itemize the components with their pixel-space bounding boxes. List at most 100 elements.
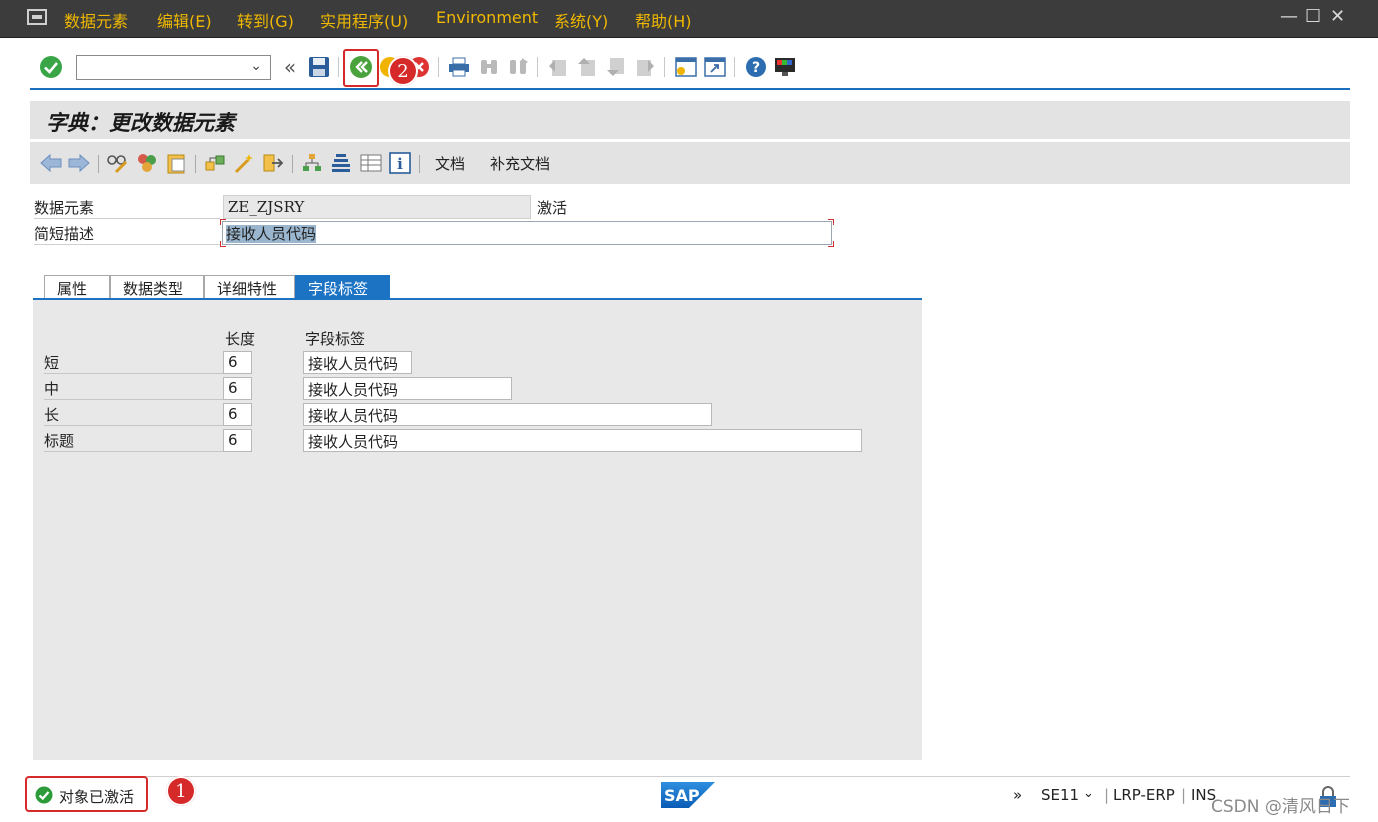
tab-further-characteristics[interactable]: 详细特性: [204, 275, 295, 299]
chevron-down-icon[interactable]: ⌄: [1083, 786, 1094, 801]
svg-text:i: i: [397, 155, 403, 173]
clipboard-icon: [167, 154, 185, 174]
status-message[interactable]: 对象已激活: [25, 776, 148, 812]
svg-text:?: ?: [752, 60, 760, 76]
annotation-badge-1: 1: [166, 776, 196, 806]
next-object-button[interactable]: [67, 151, 91, 175]
title-bar: 字典：更改数据元素: [30, 101, 1350, 139]
supplementary-documentation-button[interactable]: 补充文档: [490, 153, 550, 174]
menu-system[interactable]: 系统(Y): [554, 8, 608, 32]
sap-logo: SAP: [661, 782, 715, 808]
short-description-label: 简短描述: [34, 223, 220, 245]
tab-attributes[interactable]: 属性: [44, 275, 110, 299]
label-field-medium[interactable]: 接收人员代码: [303, 377, 512, 400]
column-header-field-label: 字段标签: [305, 330, 366, 348]
new-window-icon: [675, 57, 697, 77]
table-button[interactable]: [359, 151, 383, 175]
next-page-button[interactable]: [603, 54, 629, 80]
find-next-button[interactable]: [505, 54, 531, 80]
save-button[interactable]: [306, 54, 332, 80]
display-list-button[interactable]: [329, 151, 353, 175]
shortcut-icon: [704, 57, 726, 77]
hierarchy-icon: [303, 154, 321, 171]
previous-page-button[interactable]: [574, 54, 600, 80]
data-element-field: ZE_ZJSRY: [223, 195, 531, 219]
maximize-button[interactable]: ☐: [1305, 6, 1321, 27]
status-text: 激活: [537, 199, 568, 217]
create-session-button[interactable]: [673, 54, 699, 80]
row-label-long: 长: [44, 403, 224, 426]
tab-field-label[interactable]: 字段标签: [295, 275, 390, 299]
row-label-medium: 中: [44, 377, 224, 400]
length-field-long[interactable]: 6: [223, 403, 252, 426]
print-button[interactable]: [446, 54, 472, 80]
activate-button[interactable]: [232, 151, 256, 175]
last-page-button[interactable]: [632, 54, 658, 80]
system-toolbar: ⌄ « ?: [0, 39, 1378, 89]
info-button[interactable]: i: [388, 151, 412, 175]
length-field-short[interactable]: 6: [223, 351, 252, 374]
menu-help[interactable]: 帮助(H): [635, 8, 692, 32]
length-field-medium[interactable]: 6: [223, 377, 252, 400]
row-label-short: 短: [44, 351, 224, 374]
menu-utilities[interactable]: 实用程序(U): [320, 8, 408, 32]
generate-shortcut-button[interactable]: [702, 54, 728, 80]
length-field-heading[interactable]: 6: [223, 429, 252, 452]
toolbar-divider: [30, 88, 1350, 90]
next-page-icon: [607, 58, 624, 76]
column-header-length: 长度: [225, 330, 256, 348]
svg-text:SAP: SAP: [664, 786, 700, 805]
enter-button[interactable]: [38, 54, 64, 80]
check-circle-icon: [40, 56, 62, 78]
status-more-button[interactable]: »: [1013, 786, 1022, 804]
command-field[interactable]: ⌄: [76, 55, 271, 80]
menu-environment[interactable]: Environment: [436, 8, 538, 27]
arrow-right-icon: [68, 154, 90, 172]
transaction-code[interactable]: SE11: [1041, 786, 1079, 804]
menu-bar: 数据元素 编辑(E) 转到(G) 实用程序(U) Environment 系统(…: [0, 0, 1378, 38]
help-button[interactable]: ?: [743, 54, 769, 80]
stack-icon: [332, 154, 350, 172]
where-used-button[interactable]: [261, 151, 285, 175]
help-icon: ?: [746, 57, 766, 77]
first-page-button[interactable]: [545, 54, 571, 80]
menu-edit[interactable]: 编辑(E): [157, 8, 212, 32]
find-icon: [481, 60, 497, 74]
glasses-pencil-icon: [107, 155, 128, 174]
arrow-left-icon: [40, 154, 62, 172]
customize-layout-button[interactable]: [772, 54, 798, 80]
tab-data-type[interactable]: 数据类型: [110, 275, 204, 299]
save-icon: [309, 57, 329, 77]
active-inactive-button[interactable]: [164, 151, 188, 175]
first-page-icon: [549, 60, 566, 76]
label-field-heading[interactable]: 接收人员代码: [303, 429, 862, 452]
other-object-button[interactable]: [135, 151, 159, 175]
display-change-button[interactable]: [106, 151, 130, 175]
documentation-button[interactable]: 文档: [435, 153, 465, 174]
previous-object-button[interactable]: [39, 151, 63, 175]
back-nav-button[interactable]: «: [277, 54, 303, 80]
previous-page-icon: [578, 58, 595, 76]
watermark: CSDN @清风日下: [1211, 797, 1350, 817]
app-menu-icon[interactable]: [27, 9, 47, 25]
status-message-text: 对象已激活: [59, 788, 135, 806]
hierarchy-button[interactable]: [300, 151, 324, 175]
page-title: 字典：更改数据元素: [46, 110, 235, 135]
minimize-button[interactable]: —: [1280, 6, 1298, 27]
menu-goto[interactable]: 转到(G): [237, 8, 294, 32]
magic-wand-icon: [234, 154, 253, 174]
menu-data-element[interactable]: 数据元素: [64, 8, 128, 32]
find-button[interactable]: [476, 54, 502, 80]
close-window-button[interactable]: ✕: [1330, 6, 1345, 27]
chevron-down-icon[interactable]: ⌄: [250, 58, 262, 74]
label-field-short[interactable]: 接收人员代码: [303, 351, 412, 374]
short-description-field[interactable]: 接收人员代码: [222, 221, 832, 245]
short-description-value: 接收人员代码: [226, 225, 317, 243]
info-icon: i: [389, 152, 411, 174]
monitor-icon: [775, 58, 795, 76]
last-page-icon: [637, 60, 654, 76]
print-icon: [449, 57, 469, 77]
check-button[interactable]: [203, 151, 227, 175]
label-field-long[interactable]: 接收人员代码: [303, 403, 712, 426]
objects-icon: [138, 154, 156, 172]
